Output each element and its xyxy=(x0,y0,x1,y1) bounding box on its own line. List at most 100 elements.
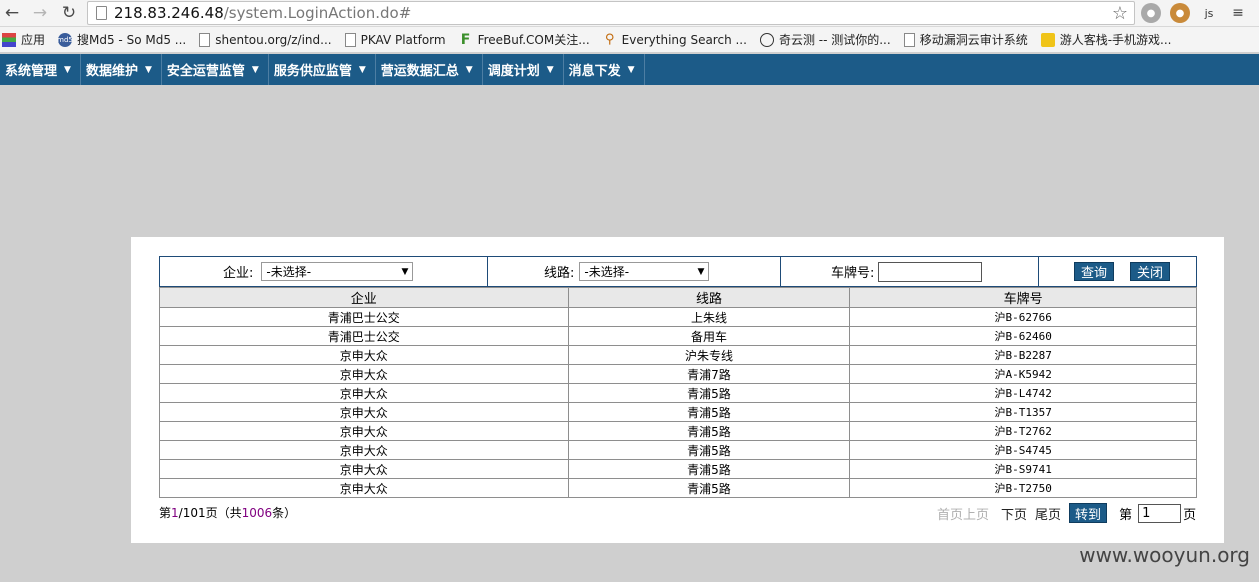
plate-cell: 沪B-62766 xyxy=(849,307,1197,327)
table-row[interactable]: 京申大众 青浦5路 沪B-T1357 xyxy=(159,402,1197,422)
bookmark-qiyunce[interactable]: 奇云测 -- 测试你的... xyxy=(759,31,891,48)
table-row[interactable]: 京申大众 青浦7路 沪A-K5942 xyxy=(159,364,1197,384)
last-page-link[interactable]: 尾页 xyxy=(1035,504,1061,523)
column-header-plate[interactable]: 车牌号 xyxy=(849,287,1197,308)
page-icon xyxy=(344,32,356,47)
route-cell: 沪朱专线 xyxy=(567,345,851,365)
bookmark-star-icon[interactable]: ☆ xyxy=(1112,3,1128,24)
forward-arrow-icon[interactable]: → xyxy=(29,2,51,24)
column-header-route[interactable]: 线路 xyxy=(567,287,851,308)
route-cell: 青浦5路 xyxy=(567,478,851,498)
extension-icons: ● ● js ≡ xyxy=(1141,3,1248,23)
table-row[interactable]: 京申大众 青浦5路 沪B-S4745 xyxy=(159,440,1197,460)
table-row[interactable]: 京申大众 青浦5路 沪B-T2750 xyxy=(159,478,1197,498)
apps-grid-icon xyxy=(2,32,16,47)
total-records-number: 1006 xyxy=(241,506,273,520)
url-path: /system.LoginAction.do# xyxy=(223,4,412,22)
company-label: 企业: xyxy=(223,266,254,281)
close-button[interactable]: 关闭 xyxy=(1130,262,1171,281)
caret-down-icon: ▼ xyxy=(465,64,473,75)
table-row[interactable]: 京申大众 青浦5路 沪B-L4742 xyxy=(159,383,1197,403)
plate-cell: 沪B-T2750 xyxy=(849,478,1197,498)
query-button[interactable]: 查询 xyxy=(1074,262,1115,281)
main-menu-bar: 系统管理 ▼ 数据维护 ▼ 安全运营监管 ▼ 服务供应监管 ▼ 营运数据汇总 ▼ 调度计划… xyxy=(0,54,1259,85)
route-filter: 线路: -未选择- ▼ xyxy=(488,257,781,286)
caret-down-icon: ▼ xyxy=(358,64,366,75)
route-cell: 上朱线 xyxy=(567,307,851,327)
plate-filter: 车牌号: xyxy=(781,257,1039,286)
page-number-input[interactable]: 1 xyxy=(1138,503,1182,523)
menu-operation-summary[interactable]: 营运数据汇总 ▼ xyxy=(376,54,483,85)
vehicle-query-panel: 企业: -未选择- ▼ 线路: -未选择- ▼ 车牌号: 查询 关闭 企业 线路 车… xyxy=(131,237,1224,543)
browser-menu-icon[interactable]: ≡ xyxy=(1228,3,1248,23)
menu-safety-supervision[interactable]: 安全运营监管 ▼ xyxy=(162,54,269,85)
globe-extension-icon[interactable]: ● xyxy=(1141,3,1161,23)
menu-service-supervision[interactable]: 服务供应监管 ▼ xyxy=(269,54,376,85)
bookmark-pkav[interactable]: PKAV Platform xyxy=(344,32,446,47)
md5-icon: md5 xyxy=(57,32,73,47)
company-cell: 京申大众 xyxy=(159,440,569,460)
page-suffix-label: 页 xyxy=(1183,507,1197,523)
address-bar[interactable]: 218.83.246.48/system.LoginAction.do# ☆ xyxy=(87,1,1135,25)
table-row[interactable]: 京申大众 青浦5路 沪B-S9741 xyxy=(159,459,1197,479)
plate-cell: 沪B-S9741 xyxy=(849,459,1197,479)
company-cell: 京申大众 xyxy=(159,383,569,403)
page-prefix-label: 第 xyxy=(1119,507,1133,523)
filter-bar: 企业: -未选择- ▼ 线路: -未选择- ▼ 车牌号: 查询 关闭 xyxy=(159,256,1197,287)
route-cell: 青浦5路 xyxy=(567,459,851,479)
page-icon xyxy=(903,32,915,47)
table-row[interactable]: 京申大众 青浦5路 沪B-T2762 xyxy=(159,421,1197,441)
route-cell: 青浦5路 xyxy=(567,383,851,403)
bookmark-somd5[interactable]: md5 搜Md5 - So Md5 ... xyxy=(57,31,186,48)
menu-message-dispatch[interactable]: 消息下发 ▼ xyxy=(564,54,645,85)
next-page-link[interactable]: 下页 xyxy=(1001,504,1027,523)
bookmark-shentou[interactable]: shentou.org/z/ind... xyxy=(199,32,332,47)
company-cell: 京申大众 xyxy=(159,345,569,365)
watermark: www.wooyun.org xyxy=(1079,543,1250,567)
page-icon xyxy=(96,6,107,20)
bookmark-mobile-audit[interactable]: 移动漏洞云审计系统 xyxy=(903,31,1028,48)
plate-cell: 沪A-K5942 xyxy=(849,364,1197,384)
route-select[interactable]: -未选择- ▼ xyxy=(579,262,710,281)
bookmark-everything-search[interactable]: ⚲ Everything Search ... xyxy=(603,32,747,47)
table-row[interactable]: 京申大众 沪朱专线 沪B-B2287 xyxy=(159,345,1197,365)
company-select[interactable]: -未选择- ▼ xyxy=(261,262,414,281)
table-row[interactable]: 青浦巴士公交 上朱线 沪B-62766 xyxy=(159,307,1197,327)
column-header-company[interactable]: 企业 xyxy=(159,287,569,308)
route-cell: 青浦7路 xyxy=(567,364,851,384)
menu-system-management[interactable]: 系统管理 ▼ xyxy=(0,54,81,85)
company-filter: 企业: -未选择- ▼ xyxy=(160,257,488,286)
clock-icon xyxy=(759,32,774,47)
bookmark-youren[interactable]: 游人客栈-手机游戏... xyxy=(1040,31,1171,48)
route-cell: 备用车 xyxy=(567,326,851,346)
menu-dispatch-plan[interactable]: 调度计划 ▼ xyxy=(483,54,564,85)
back-arrow-icon[interactable]: ← xyxy=(1,2,23,24)
browser-toolbar: ← → ↻ 218.83.246.48/system.LoginAction.d… xyxy=(0,0,1259,27)
menu-data-maintenance[interactable]: 数据维护 ▼ xyxy=(81,54,162,85)
route-cell: 青浦5路 xyxy=(567,440,851,460)
filter-actions: 查询 关闭 xyxy=(1039,257,1196,286)
game-icon xyxy=(1040,32,1055,47)
plate-cell: 沪B-B2287 xyxy=(849,345,1197,365)
plate-cell: 沪B-T2762 xyxy=(849,421,1197,441)
dropdown-arrow-icon: ▼ xyxy=(401,266,409,277)
company-cell: 京申大众 xyxy=(159,364,569,384)
cookie-extension-icon[interactable]: ● xyxy=(1170,3,1190,23)
reload-icon[interactable]: ↻ xyxy=(58,2,80,24)
table-row[interactable]: 青浦巴士公交 备用车 沪B-62460 xyxy=(159,326,1197,346)
caret-down-icon: ▼ xyxy=(251,64,259,75)
js-extension-icon[interactable]: js xyxy=(1199,3,1219,23)
freebuf-icon: F xyxy=(460,31,471,48)
plate-input[interactable] xyxy=(878,261,983,282)
plate-cell: 沪B-S4745 xyxy=(849,440,1197,460)
goto-page-button[interactable]: 转到 xyxy=(1069,503,1108,523)
caret-down-icon: ▼ xyxy=(627,64,635,75)
caret-down-icon: ▼ xyxy=(144,64,152,75)
bookmark-freebuf[interactable]: F FreeBuf.COM关注... xyxy=(459,31,590,48)
plate-cell: 沪B-L4742 xyxy=(849,383,1197,403)
bookmark-apps[interactable]: 应用 xyxy=(2,31,45,48)
company-cell: 京申大众 xyxy=(159,459,569,479)
company-cell: 京申大众 xyxy=(159,478,569,498)
pagination-controls: 首页上页 下页 尾页 转到 第 1 页 xyxy=(937,503,1196,523)
first-prev-page-link: 首页上页 xyxy=(937,507,990,523)
